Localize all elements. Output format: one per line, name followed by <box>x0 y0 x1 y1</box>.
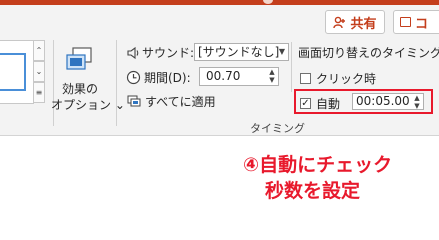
gallery-more-button[interactable]: ≡ <box>33 82 45 103</box>
apply-all-button[interactable]: すべてに適用 <box>127 93 216 110</box>
sound-icon <box>127 46 139 59</box>
effect-options-icon[interactable] <box>64 46 94 76</box>
duration-input[interactable]: 00.70 ▲ ▼ <box>199 67 279 86</box>
duration-row: 期間(D): <box>126 69 191 86</box>
sound-select[interactable]: [サウンドなし] ▼ <box>194 43 289 61</box>
transition-thumbnail[interactable] <box>0 53 26 91</box>
sound-label: サウンド: <box>142 46 195 60</box>
duration-stepper[interactable]: ▲ ▼ <box>268 68 276 84</box>
auto-checkbox-row[interactable]: ✓ 自動 <box>300 95 340 112</box>
duration-value: 00.70 <box>206 69 241 83</box>
timing-group-label: タイミング <box>250 122 305 135</box>
auto-time-stepper[interactable]: ▲ ▼ <box>413 94 421 110</box>
auto-label: 自動 <box>316 97 341 111</box>
comment-icon <box>400 17 411 27</box>
share-icon <box>333 16 346 28</box>
comment-button[interactable]: コ <box>393 10 439 34</box>
group-divider <box>291 42 292 92</box>
transition-gallery[interactable] <box>0 40 34 104</box>
gallery-scroll: ⌃ ⌄ ≡ <box>33 40 45 104</box>
sound-select-value: [サウンドなし] <box>198 45 280 59</box>
effect-options-dropdown-label[interactable]: オプション ⌄ <box>51 96 125 113</box>
auto-time-value: 00:05.00 <box>356 94 410 108</box>
clock-icon <box>126 70 141 85</box>
auto-checkbox[interactable]: ✓ <box>300 98 311 109</box>
on-click-label: クリック時 <box>316 72 377 86</box>
effect-options-label[interactable]: 効果の <box>52 80 108 97</box>
title-bar-ornament <box>263 0 273 4</box>
auto-time-input[interactable]: 00:05.00 ▲ ▼ <box>352 93 424 110</box>
on-click-checkbox-row[interactable]: クリック時 <box>300 70 376 87</box>
annotation-set-seconds: 秒数を設定 <box>265 180 361 202</box>
comment-label: コ <box>415 16 429 32</box>
gallery-scroll-up-button[interactable]: ⌃ <box>33 40 45 61</box>
annotation-step4: ④自動にチェック <box>243 154 393 176</box>
group-divider <box>116 40 117 126</box>
advance-slide-title: 画面切り替えのタイミング <box>298 46 439 60</box>
apply-all-icon <box>127 95 141 106</box>
share-label: 共有 <box>350 16 377 32</box>
apply-all-label: すべてに適用 <box>145 95 216 109</box>
on-click-checkbox[interactable] <box>300 73 311 84</box>
duration-label: 期間(D): <box>144 71 191 85</box>
gallery-scroll-down-button[interactable]: ⌄ <box>33 61 45 82</box>
chevron-down-icon: ▼ <box>278 47 285 56</box>
share-button[interactable]: 共有 <box>325 10 385 34</box>
sound-row: サウンド: <box>126 44 194 61</box>
